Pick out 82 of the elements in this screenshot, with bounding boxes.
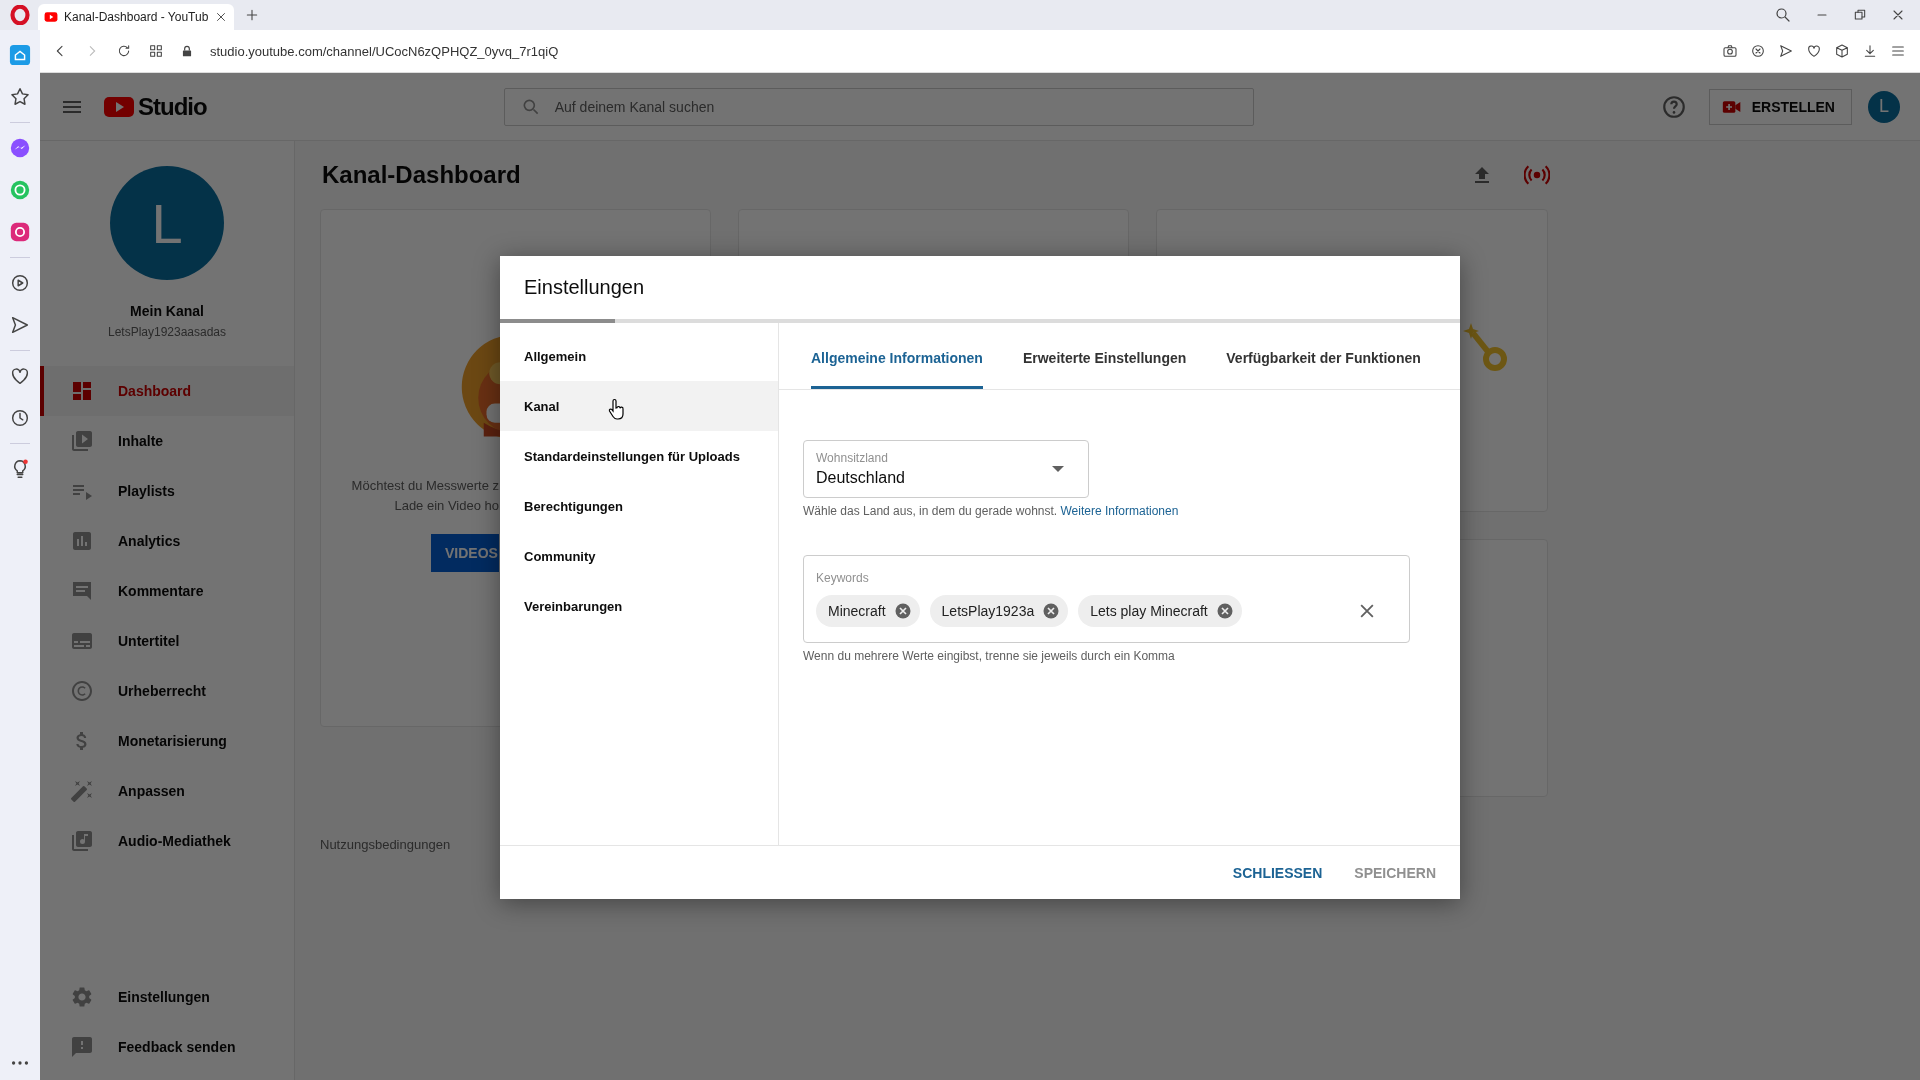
sidebar-item[interactable]: Inhalte	[40, 416, 294, 466]
cube-icon[interactable]	[1834, 43, 1850, 59]
hint-text: Wähle das Land aus, in dem du gerade wohnst. Weitere Informationen	[803, 504, 1180, 518]
send-icon[interactable]	[9, 314, 31, 336]
feedback-icon	[70, 1035, 94, 1059]
play-circle-icon[interactable]	[9, 272, 31, 294]
settings-nav-item[interactable]: Kanal	[500, 381, 778, 431]
tab[interactable]: Allgemeine Informationen	[811, 323, 983, 389]
tab[interactable]: Verfügbarkeit der Funktionen	[1226, 323, 1421, 389]
camera-icon[interactable]	[1722, 43, 1738, 59]
settings-nav-item[interactable]: Allgemein	[500, 331, 778, 381]
tab-title: Kanal-Dashboard - YouTub	[64, 10, 209, 24]
bar-chart-icon	[70, 529, 94, 553]
settings-nav-item[interactable]: Standardeinstellungen für Uploads	[500, 431, 778, 481]
sidebar-item[interactable]: Urheberrecht	[40, 666, 294, 716]
caret-icon	[1052, 466, 1064, 472]
sidebar-item[interactable]: Audio-Mediathek	[40, 816, 294, 866]
sidebar-item[interactable]: Anpassen	[40, 766, 294, 816]
search-icon[interactable]	[1774, 6, 1792, 24]
download-icon[interactable]	[1862, 43, 1878, 59]
sidebar-item[interactable]: Kommentare	[40, 566, 294, 616]
grid-icon[interactable]	[148, 43, 164, 59]
card-text: Möchtest du Messwerte z	[351, 478, 499, 493]
keyword-chip[interactable]: Lets play Minecraft	[1078, 595, 1242, 627]
sidebar-item[interactable]: Analytics	[40, 516, 294, 566]
messenger-icon[interactable]	[9, 137, 31, 159]
magic-wand-icon	[70, 779, 94, 803]
keyword-chip[interactable]: LetsPlay1923a	[929, 595, 1069, 627]
block-icon[interactable]	[1750, 43, 1766, 59]
dashboard-icon	[70, 379, 94, 403]
heart-icon[interactable]	[9, 365, 31, 387]
settings-nav-item[interactable]: Community	[500, 531, 778, 581]
camera-app-icon[interactable]	[9, 221, 31, 243]
copyright-icon	[70, 679, 94, 703]
sidebar-item[interactable]: Feedback senden	[40, 1022, 294, 1072]
studio-logo-text: Studio	[138, 92, 207, 121]
dialog-title: Einstellungen	[523, 275, 646, 300]
card-text: Lade ein Video ho	[394, 498, 499, 513]
sidebar-item[interactable]: Einstellungen	[40, 972, 294, 1022]
music-library-icon	[70, 829, 94, 853]
sidebar-item[interactable]: Playlists	[40, 466, 294, 516]
settings-nav-item[interactable]: Vereinbarungen	[500, 581, 778, 631]
url-field[interactable]: studio.youtube.com/channel/UCocN6zQPHQZ_0yvq_7r1qiQ	[210, 43, 1706, 59]
remove-icon[interactable]	[1215, 602, 1234, 620]
lock-icon	[180, 44, 194, 58]
close-button[interactable]: SCHLIESSEN	[1220, 856, 1335, 889]
videos-button[interactable]: VIDEOS	[431, 534, 499, 572]
remove-icon[interactable]	[1042, 602, 1061, 620]
create-button[interactable]: ERSTELLEN	[1708, 88, 1852, 125]
page-title: Kanal-Dashboard	[321, 161, 522, 189]
settings-icon	[70, 985, 94, 1009]
heart-icon[interactable]	[1806, 43, 1822, 59]
menu-icon[interactable]	[1890, 43, 1906, 59]
search-field[interactable]: Auf deinem Kanal suchen	[503, 87, 1254, 126]
home-icon[interactable]	[9, 44, 31, 66]
settings-nav-item[interactable]: Berechtigungen	[500, 481, 778, 531]
tab[interactable]: Erweiterte Einstellungen	[1022, 323, 1187, 389]
terms-link[interactable]: Nutzungsbedingungen	[320, 837, 451, 852]
send-icon[interactable]	[1778, 43, 1794, 59]
reload-icon[interactable]	[116, 43, 132, 59]
clock-icon[interactable]	[9, 407, 31, 429]
sidebar-item[interactable]: Untertitel	[40, 616, 294, 666]
channel-avatar[interactable]: L	[110, 166, 224, 280]
field-label: Keywords	[816, 571, 870, 585]
play-logo-icon	[44, 10, 58, 24]
channel-name: Mein Kanal	[130, 303, 204, 319]
avatar[interactable]: L	[1868, 90, 1900, 123]
country-dropdown[interactable]: Wohnsitzland Deutschland	[803, 440, 1089, 498]
keyword-chip[interactable]: Minecraft	[816, 595, 920, 627]
hint-text: Wenn du mehrere Werte eingibst, trenne sie jeweils durch ein Komma	[803, 649, 1176, 663]
star-icon[interactable]	[9, 86, 31, 108]
help-icon[interactable]	[1660, 93, 1687, 120]
sidebar-item[interactable]: Monetarisierung	[40, 716, 294, 766]
keywords-field[interactable]: Keywords Minecraft LetsPlay1923a Lets play Minecraft	[803, 555, 1410, 643]
opera-logo-icon[interactable]	[10, 5, 30, 25]
channel-handle: LetsPlay1923aasadas	[107, 325, 227, 339]
browser-tab[interactable]: Kanal-Dashboard - YouTub	[38, 4, 235, 30]
more-info-link[interactable]: Weitere Informationen	[1060, 504, 1179, 518]
video-library-icon	[70, 429, 94, 453]
restore-icon[interactable]	[1852, 7, 1868, 23]
remove-icon[interactable]	[893, 602, 912, 620]
sidebar-item[interactable]: Dashboard	[40, 366, 294, 416]
